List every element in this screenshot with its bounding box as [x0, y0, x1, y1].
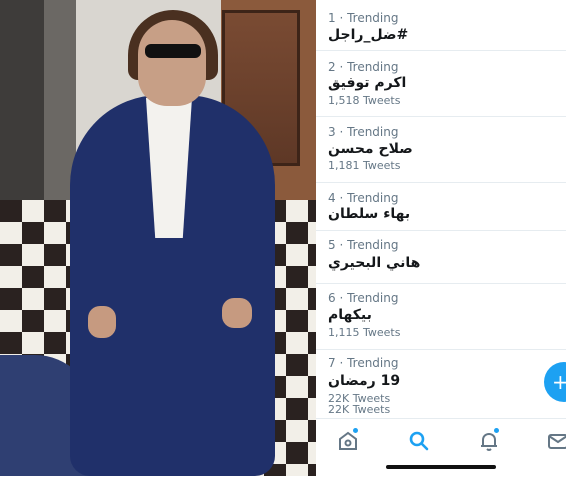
notifications-dot — [494, 428, 499, 433]
trend-meta: 1 · Trending — [328, 11, 399, 25]
trend-tweet-count-duplicate: 22K Tweets — [328, 403, 391, 416]
trend-meta: 4 · Trending — [328, 191, 399, 205]
search-icon[interactable] — [407, 429, 431, 453]
photo-person-sunglasses — [145, 44, 201, 58]
home-notification-dot — [353, 428, 358, 433]
trend-title: 19 رمضان — [328, 373, 401, 389]
trend-item[interactable]: 2 · Trending اكرم توفيق 1,518 Tweets — [316, 50, 566, 117]
photo-person-hand-right — [222, 298, 252, 328]
trend-title: اكرم توفيق — [328, 75, 407, 91]
trend-title: هاني البحيري — [328, 255, 421, 271]
trend-item[interactable]: 1 · Trending #ضل_راجل — [316, 0, 566, 51]
photo-person-face — [138, 20, 206, 106]
trend-item[interactable]: 5 · Trending هاني البحيري — [316, 230, 566, 284]
trend-title: بيكهام — [328, 307, 372, 323]
trend-title: #ضل_راجل — [328, 27, 409, 43]
trend-item[interactable]: 3 · Trending صلاح محسن 1,181 Tweets — [316, 116, 566, 183]
trend-tweet-count: 1,181 Tweets — [328, 159, 401, 172]
trend-meta: 5 · Trending — [328, 238, 399, 252]
trend-meta: 7 · Trending — [328, 356, 399, 370]
photo-person-hand-left — [88, 306, 116, 338]
trend-title: بهاء سلطان — [328, 206, 411, 222]
trend-item[interactable]: 7 · Trending 19 رمضان 22K Tweets 22K Twe… — [316, 349, 566, 418]
trend-item[interactable]: 4 · Trending بهاء سلطان — [316, 182, 566, 231]
bottom-tab-bar — [316, 418, 566, 477]
profile-photo — [0, 0, 316, 476]
trend-tweet-count: 1,518 Tweets — [328, 94, 401, 107]
trend-tweet-count: 1,115 Tweets — [328, 326, 401, 339]
trend-item[interactable]: 6 · Trending بيكهام 1,115 Tweets — [316, 283, 566, 350]
trend-title: صلاح محسن — [328, 141, 413, 157]
compose-plus-icon: + — [552, 370, 566, 394]
messages-icon[interactable] — [546, 429, 566, 453]
trend-meta: 2 · Trending — [328, 60, 399, 74]
trend-meta: 3 · Trending — [328, 125, 399, 139]
home-indicator — [386, 465, 496, 469]
trending-panel: 1 · Trending #ضل_راجل 2 · Trending اكرم … — [316, 0, 566, 476]
trend-meta: 6 · Trending — [328, 291, 399, 305]
